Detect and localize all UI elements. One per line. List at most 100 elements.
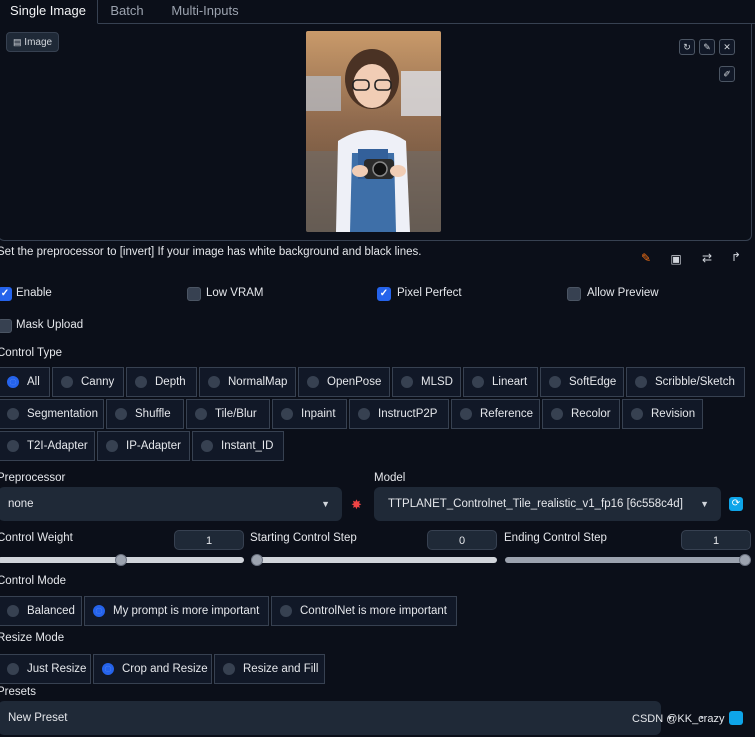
starting-step-slider[interactable] [251,557,497,563]
slider-thumb[interactable] [115,554,127,566]
radio-dot [102,663,114,675]
preprocessor-hint: Set the preprocessor to [invert] If your… [0,246,422,258]
preprocessor-value: none [8,498,34,510]
uploaded-photo [306,31,441,232]
document-edit-icon[interactable]: ✎ [638,250,654,266]
radio-dot [93,605,105,617]
ending-step-label: Ending Control Step [504,532,607,544]
starting-step-label: Starting Control Step [250,532,357,544]
presets-value: New Preset [8,712,68,724]
slider-thumb[interactable] [739,554,751,566]
radio-dot [472,376,484,388]
control-type-mlsd[interactable]: MLSD [392,367,461,397]
control-weight-input[interactable]: 1 [174,530,244,550]
radio-dot [106,440,118,452]
radio-dot [115,408,127,420]
radio-dot [135,376,147,388]
image-label: ▤ Image [6,32,60,52]
model-label: Model [374,472,406,484]
control-type-canny[interactable]: Canny [52,367,124,397]
control-mode-prompt[interactable]: My prompt is more important [84,596,269,626]
radio-dot [195,408,207,420]
control-type-inpaint[interactable]: Inpaint [272,399,347,429]
allow-preview-checkbox[interactable] [567,287,581,301]
tab-batch[interactable]: Batch [96,0,158,23]
preprocessor-label: Preprocessor [0,472,66,484]
model-dropdown[interactable]: TTPLANET_Controlnet_Tile_realistic_v1_fp… [374,487,721,521]
radio-dot [358,408,370,420]
radio-dot [7,605,19,617]
send-icon[interactable]: ↱ [728,249,744,265]
radio-dot [635,376,647,388]
control-type-instant-id[interactable]: Instant_ID [192,431,284,461]
control-type-t2i-adapter[interactable]: T2I-Adapter [0,431,95,461]
control-type-instructp2p[interactable]: InstructP2P [349,399,449,429]
radio-dot [549,376,561,388]
radio-dot [7,440,19,452]
control-mode-balanced[interactable]: Balanced [0,596,82,626]
watermark: CSDN @KK_crazy [632,713,725,725]
control-type-tile-blur[interactable]: Tile/Blur [186,399,270,429]
control-type-label: Control Type [0,347,62,359]
tab-single-image[interactable]: Single Image [0,0,98,24]
radio-dot [201,440,213,452]
refresh-icon[interactable]: ⟳ [729,497,743,511]
control-type-normalmap[interactable]: NormalMap [199,367,296,397]
swap-icon[interactable]: ⇄ [699,250,715,266]
resize-mode-just-resize[interactable]: Just Resize [0,654,91,684]
resize-mode-resize-and-fill[interactable]: Resize and Fill [214,654,325,684]
tab-multi-inputs[interactable]: Multi-Inputs [158,0,252,23]
close-icon[interactable]: ✕ [719,39,735,55]
low-vram-checkbox[interactable] [187,287,201,301]
control-mode-controlnet[interactable]: ControlNet is more important [271,596,457,626]
enable-checkbox[interactable] [0,287,12,301]
preprocessor-dropdown[interactable]: none ▼ [0,487,342,521]
control-type-revision[interactable]: Revision [622,399,703,429]
allow-preview-label: Allow Preview [587,287,659,299]
pixel-perfect-checkbox[interactable] [377,287,391,301]
starting-step-input[interactable]: 0 [427,530,497,550]
control-weight-label: Control Weight [0,532,73,544]
radio-dot [281,408,293,420]
radio-dot [460,408,472,420]
control-type-all[interactable]: All [0,367,50,397]
control-mode-label: Control Mode [0,575,67,587]
radio-dot [631,408,643,420]
mask-upload-checkbox[interactable] [0,319,12,333]
control-type-openpose[interactable]: OpenPose [298,367,390,397]
image-icon: ▤ [13,37,22,47]
radio-dot [7,663,19,675]
radio-dot [208,376,220,388]
chevron-down-icon: ▼ [700,499,709,509]
pixel-perfect-label: Pixel Perfect [397,287,462,299]
radio-dot [551,408,563,420]
ending-step-slider[interactable] [505,557,751,563]
control-type-softedge[interactable]: SoftEdge [540,367,624,397]
control-type-shuffle[interactable]: Shuffle [106,399,184,429]
refresh-icon[interactable] [729,711,743,725]
control-type-depth[interactable]: Depth [126,367,197,397]
enable-label: Enable [16,287,52,299]
mask-upload-label: Mask Upload [16,319,84,331]
pencil-icon[interactable]: ✐ [719,66,735,82]
tab-bar: Single Image Batch Multi-Inputs [0,0,755,24]
radio-dot [7,376,19,388]
control-type-reference[interactable]: Reference [451,399,540,429]
slider-thumb[interactable] [251,554,263,566]
radio-dot [280,605,292,617]
rotate-icon[interactable]: ↻ [679,39,695,55]
control-type-recolor[interactable]: Recolor [542,399,620,429]
explosion-icon[interactable]: ✸ [351,497,362,513]
camera-icon[interactable]: ▣ [668,251,684,267]
edit-icon[interactable]: ✎ [699,39,715,55]
presets-dropdown[interactable]: New Preset [0,701,661,735]
control-type-ip-adapter[interactable]: IP-Adapter [97,431,190,461]
resize-mode-crop-and-resize[interactable]: Crop and Resize [93,654,212,684]
resize-mode-label: Resize Mode [0,632,65,644]
control-type-lineart[interactable]: Lineart [463,367,538,397]
ending-step-input[interactable]: 1 [681,530,751,550]
control-type-scribble-sketch[interactable]: Scribble/Sketch [626,367,745,397]
control-type-segmentation[interactable]: Segmentation [0,399,104,429]
radio-dot [223,663,235,675]
radio-dot [307,376,319,388]
